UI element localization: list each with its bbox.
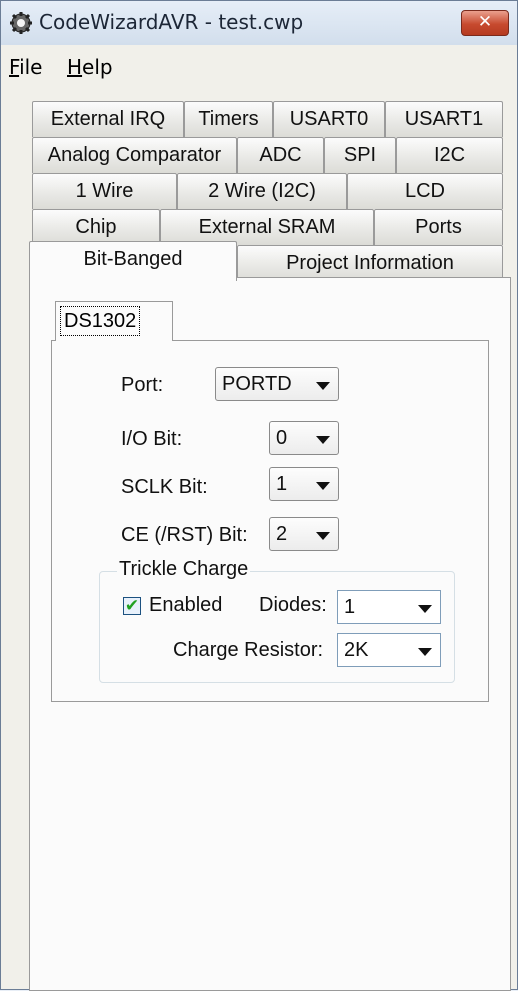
io-bit-value: 0 — [276, 427, 288, 449]
tab-external-irq[interactable]: External IRQ — [32, 101, 184, 137]
trickle-charge-title: Trickle Charge — [117, 558, 251, 581]
port-select[interactable]: PORTD — [215, 367, 339, 401]
tab-i2c[interactable]: I2C — [396, 137, 503, 173]
tab-usart1[interactable]: USART1 — [385, 101, 503, 137]
enabled-checkbox[interactable]: ✔ — [123, 597, 141, 615]
io-bit-label: I/O Bit: — [121, 428, 183, 450]
sclk-bit-label: SCLK Bit: — [121, 476, 208, 498]
tab-bit-banged[interactable]: Bit-Banged — [29, 241, 237, 281]
menu-help-label: elp — [82, 55, 113, 79]
title-bar[interactable]: CodeWizardAVR - test.cwp ✕ — [1, 1, 517, 45]
chevron-down-icon — [316, 532, 330, 540]
tab-lcd[interactable]: LCD — [347, 173, 503, 209]
sclk-bit-value: 1 — [276, 473, 288, 495]
menu-bar: File Help — [1, 45, 517, 90]
check-icon: ✔ — [124, 596, 140, 616]
menu-help[interactable]: Help — [67, 55, 113, 79]
tab-timers[interactable]: Timers — [184, 101, 273, 137]
chevron-down-icon — [418, 605, 432, 613]
charge-resistor-label: Charge Resistor: — [173, 639, 324, 661]
diodes-value: 1 — [344, 596, 356, 618]
tab-ports[interactable]: Ports — [374, 209, 503, 245]
menu-file[interactable]: File — [9, 55, 42, 79]
sclk-bit-select[interactable]: 1 — [269, 467, 339, 501]
menu-help-mnemonic: H — [67, 55, 83, 79]
io-bit-select[interactable]: 0 — [269, 421, 339, 455]
subtab-ds1302[interactable]: DS1302 — [55, 301, 173, 341]
chevron-down-icon — [316, 436, 330, 444]
tab-analog-comparator[interactable]: Analog Comparator — [32, 137, 237, 173]
subtab-ds1302-label: DS1302 — [60, 306, 141, 336]
app-window: CodeWizardAVR - test.cwp ✕ File Help Ext… — [0, 0, 518, 991]
gear-app-icon — [10, 12, 32, 34]
tab-adc[interactable]: ADC — [237, 137, 324, 173]
tab-1-wire[interactable]: 1 Wire — [32, 173, 177, 209]
tab-spi[interactable]: SPI — [324, 137, 396, 173]
charge-resistor-select[interactable]: 2K — [337, 633, 441, 667]
chevron-down-icon — [316, 482, 330, 490]
diodes-select[interactable]: 1 — [337, 590, 441, 624]
menu-file-mnemonic: F — [9, 55, 20, 79]
enabled-label: Enabled — [149, 594, 223, 616]
tab-2-wire-i2c[interactable]: 2 Wire (I2C) — [177, 173, 347, 209]
tab-usart0[interactable]: USART0 — [273, 101, 385, 137]
tab-chip[interactable]: Chip — [32, 209, 160, 245]
charge-resistor-value: 2K — [344, 639, 369, 661]
menu-file-label: ile — [19, 55, 43, 79]
diodes-label: Diodes: — [259, 594, 327, 616]
port-label: Port: — [121, 374, 164, 396]
window-title: CodeWizardAVR - test.cwp — [39, 10, 304, 34]
port-value: PORTD — [222, 373, 292, 395]
ce-bit-select[interactable]: 2 — [269, 517, 339, 551]
close-icon: ✕ — [477, 12, 493, 32]
chevron-down-icon — [316, 382, 330, 390]
ce-bit-value: 2 — [276, 523, 288, 545]
close-button[interactable]: ✕ — [461, 10, 509, 36]
tab-external-sram[interactable]: External SRAM — [160, 209, 374, 245]
tab-project-information[interactable]: Project Information — [237, 245, 503, 281]
ce-bit-label: CE (/RST) Bit: — [121, 524, 248, 546]
chevron-down-icon — [418, 648, 432, 656]
